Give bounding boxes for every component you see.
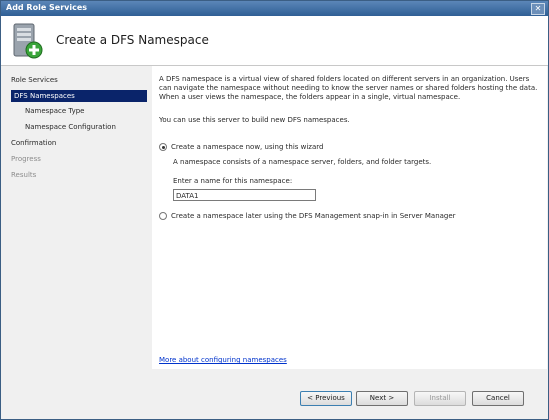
namespace-name-input[interactable]: DATA1 <box>173 189 316 201</box>
install-button: Install <box>414 391 466 406</box>
more-about-namespaces-link[interactable]: More about configuring namespaces <box>159 356 287 364</box>
nav-item-namespace-configuration[interactable]: Namespace Configuration <box>25 123 116 131</box>
page-title: Create a DFS Namespace <box>56 33 209 47</box>
namespace-name-label: Enter a name for this namespace: <box>173 177 293 185</box>
create-now-radio[interactable] <box>159 143 167 151</box>
create-later-radio[interactable] <box>159 212 167 220</box>
nav-item-progress: Progress <box>11 155 41 163</box>
add-role-services-window: Add Role Services ✕ Create a DFS Namespa… <box>0 0 549 420</box>
next-button[interactable]: Next > <box>356 391 408 406</box>
wizard-nav: Role Services DFS Namespaces Namespace T… <box>1 66 151 417</box>
nav-item-results: Results <box>11 171 37 179</box>
button-bar: < Previous Next > Install Cancel <box>152 369 547 417</box>
nav-item-namespace-type[interactable]: Namespace Type <box>25 107 85 115</box>
nav-item-dfs-namespaces[interactable]: DFS Namespaces <box>11 90 147 102</box>
namespace-description: A namespace consists of a namespace serv… <box>173 158 432 166</box>
title-bar[interactable]: Add Role Services ✕ <box>1 1 548 16</box>
close-icon[interactable]: ✕ <box>531 3 545 15</box>
build-text: You can use this server to build new DFS… <box>159 116 350 124</box>
content-panel: A DFS namespace is a virtual view of sha… <box>152 66 547 369</box>
create-now-label[interactable]: Create a namespace now, using this wizar… <box>171 143 323 151</box>
intro-text: A DFS namespace is a virtual view of sha… <box>159 75 538 101</box>
nav-item-confirmation[interactable]: Confirmation <box>11 139 56 147</box>
create-later-label[interactable]: Create a namespace later using the DFS M… <box>171 212 456 220</box>
nav-item-role-services[interactable]: Role Services <box>11 76 58 84</box>
server-add-icon <box>13 23 43 59</box>
cancel-button[interactable]: Cancel <box>472 391 524 406</box>
window-title: Add Role Services <box>6 3 88 12</box>
wizard-header: Create a DFS Namespace <box>1 16 548 66</box>
previous-button[interactable]: < Previous <box>300 391 352 406</box>
